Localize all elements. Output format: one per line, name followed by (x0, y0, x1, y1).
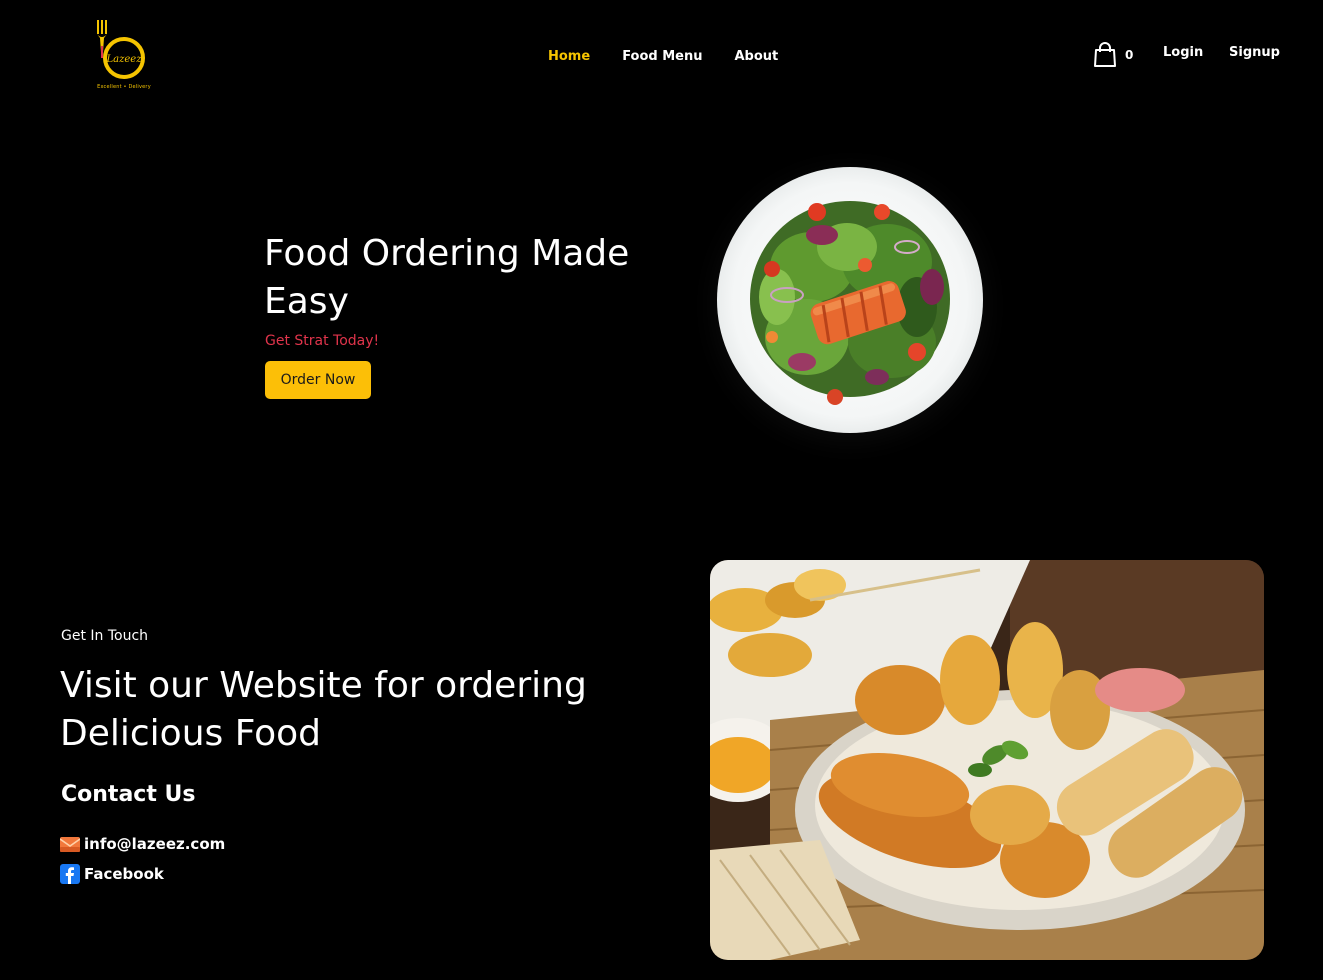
nav-about[interactable]: About (735, 49, 779, 64)
cart-count-badge: 0 (1125, 48, 1134, 62)
login-link[interactable]: Login (1163, 45, 1203, 60)
fried-food-platter-image (710, 560, 1264, 960)
facebook-link[interactable]: Facebook (60, 864, 164, 884)
order-now-button[interactable]: Order Now (265, 361, 371, 399)
logo-tagline: Excellent • Delivery (97, 84, 151, 90)
svg-text:Lazeez: Lazeez (106, 54, 143, 65)
nav-food-menu[interactable]: Food Menu (622, 49, 702, 64)
brand-logo[interactable]: Lazeez Excellent • Delivery (92, 16, 156, 96)
salad-plate-image (717, 167, 983, 433)
email-contact-link[interactable]: info@lazeez.com (60, 835, 225, 853)
hero-title: Food Ordering Made Easy (264, 233, 630, 322)
cart-button[interactable]: 0 (1093, 42, 1133, 68)
nav-home[interactable]: Home (548, 49, 590, 64)
page: Lazeez Excellent • Delivery Home Food Me… (0, 0, 1323, 980)
section-title: Visit our Website for ordering Delicious… (60, 665, 587, 754)
hero-subtitle: Get Strat Today! (265, 333, 380, 349)
email-icon (60, 837, 80, 852)
facebook-text: Facebook (84, 865, 164, 883)
signup-link[interactable]: Signup (1229, 45, 1280, 60)
facebook-icon (60, 864, 80, 884)
email-text: info@lazeez.com (84, 835, 226, 853)
contact-heading: Contact Us (61, 782, 196, 807)
logo-icon: Lazeez (97, 20, 145, 79)
shopping-bag-icon (1094, 42, 1116, 67)
main-nav: Home Food Menu About (548, 49, 778, 64)
section-kicker: Get In Touch (61, 628, 149, 644)
